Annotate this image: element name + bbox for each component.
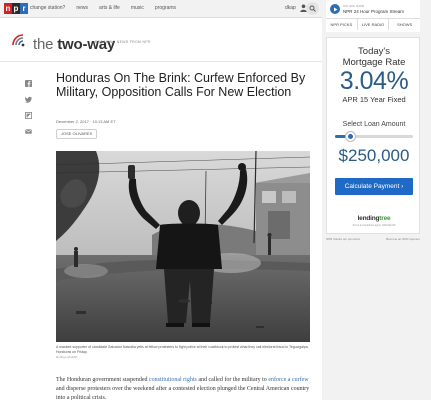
share-tools xyxy=(25,80,33,144)
blog-tagline: BREAKING NEWS FROM NPR xyxy=(95,40,151,44)
constitutional-rights-link[interactable]: constitutional rights xyxy=(149,377,197,383)
become-sponsor-link[interactable]: Become an NPR sponsor xyxy=(386,237,420,241)
email-icon[interactable] xyxy=(25,128,32,135)
body-text-tail: and disperse protesters over the weekend… xyxy=(56,386,310,400)
ad-footer: NPR thanks our sponsors Become an NPR sp… xyxy=(326,237,420,241)
search-button[interactable] xyxy=(306,2,319,15)
ad-rate: 3.04% xyxy=(339,67,409,95)
loan-amount-value: $250,000 xyxy=(338,146,410,165)
facebook-icon[interactable] xyxy=(25,80,32,87)
article-photo xyxy=(56,151,310,342)
photo-caption: A masked supporter of candidate Salvador… xyxy=(56,345,310,359)
account-menu[interactable]: dkap xyxy=(285,4,307,12)
tab-shows[interactable]: SHOWS xyxy=(389,19,420,30)
npr-logo-letter-p: p xyxy=(12,3,20,14)
body-text-lead: The Honduran government suspended xyxy=(56,377,149,383)
program-name[interactable]: NPR 24 Hour Program Stream xyxy=(343,9,404,14)
lendingtree-logo-lending: lending xyxy=(357,215,380,222)
article-date: December 2, 2017 · 10:13 AM ET xyxy=(56,119,116,124)
photo-caption-text: A masked supporter of candidate Salvador… xyxy=(56,345,309,354)
loan-slider-handle[interactable] xyxy=(345,131,357,142)
twitter-icon[interactable] xyxy=(25,96,32,103)
npr-logo-letter-r: r xyxy=(20,3,28,14)
blog-header: the two-way BREAKING NEWS FROM NPR xyxy=(0,18,322,62)
search-icon xyxy=(309,5,316,12)
sponsor-thanks: NPR thanks our sponsors xyxy=(326,237,361,241)
nav-programs[interactable]: programs xyxy=(155,5,176,11)
author-byline[interactable]: JOSE OLIVARES xyxy=(56,129,98,139)
blog-title[interactable]: the two-way xyxy=(33,36,115,53)
article-body: The Honduran government suspended consti… xyxy=(56,376,314,400)
ad-fine-print: Terms & Conditions apply. NMLS#1136 xyxy=(352,224,396,227)
npr-logo-letter-n: n xyxy=(4,3,12,14)
on-air-label: ON AIR NOW xyxy=(343,4,365,8)
ad-headline-line1: Today's xyxy=(358,46,390,57)
main-nav: change station? news arts & life music p… xyxy=(30,5,176,11)
nav-music[interactable]: music xyxy=(131,5,144,11)
account-label: dkap xyxy=(285,5,296,11)
body-text-mid: and called for the military to xyxy=(196,377,269,383)
lendingtree-logo[interactable]: lendingtree xyxy=(327,215,421,222)
play-button[interactable] xyxy=(330,4,340,14)
calculate-payment-button[interactable]: Calculate Payment › xyxy=(335,178,413,195)
loan-amount-label: Select Loan Amount xyxy=(342,121,406,128)
nav-news[interactable]: news xyxy=(76,5,88,11)
play-icon xyxy=(333,7,337,11)
tab-live-radio[interactable]: LIVE RADIO xyxy=(358,19,390,30)
flipboard-icon[interactable] xyxy=(25,112,32,119)
enforce-curfew-link[interactable]: enforce a curfew xyxy=(268,377,308,383)
npr-logo[interactable]: n p r xyxy=(4,3,28,14)
nav-change-station[interactable]: change station? xyxy=(30,5,65,11)
photo-credit: Rodrigo Abd/AP xyxy=(56,354,78,359)
lendingtree-logo-tree: tree xyxy=(379,215,391,222)
live-tabs: NPR PICKS LIVE RADIO SHOWS xyxy=(326,18,420,30)
article-headline: Honduras On The Brink: Curfew Enforced B… xyxy=(56,71,306,99)
mortgage-ad[interactable]: Today's Mortgage Rate 3.04% APR 15 Year … xyxy=(326,37,420,234)
nav-arts-life[interactable]: arts & life xyxy=(99,5,120,11)
radio-waves-icon xyxy=(12,34,25,47)
blog-title-the: the xyxy=(33,36,54,53)
blog-title-main: two-way xyxy=(57,36,116,53)
tab-npr-picks[interactable]: NPR PICKS xyxy=(326,19,358,30)
ad-apr: APR 15 Year Fixed xyxy=(342,95,406,104)
